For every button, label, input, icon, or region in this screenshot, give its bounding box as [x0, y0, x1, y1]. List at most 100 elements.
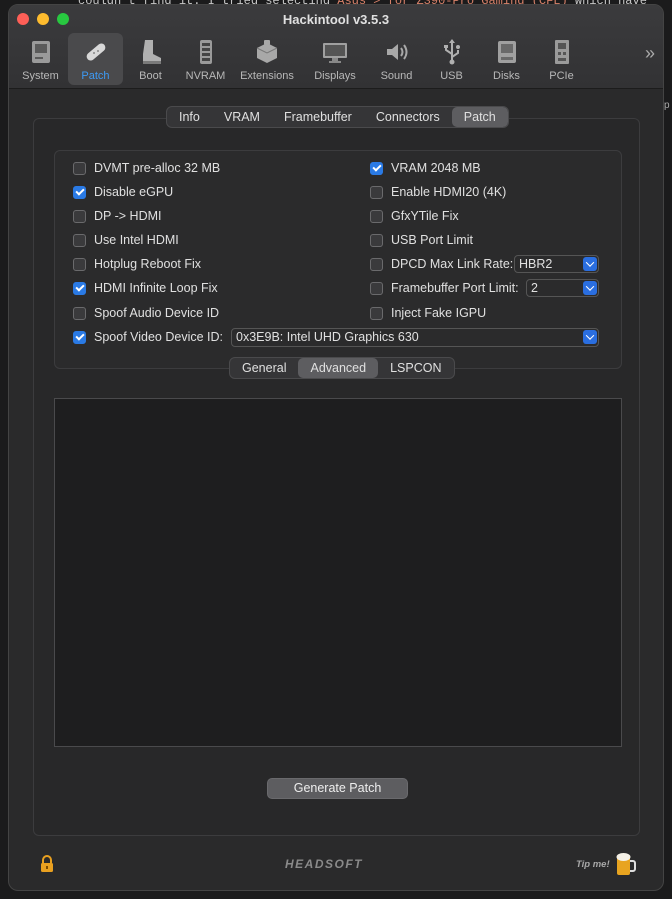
option-label: Spoof Audio Device ID — [94, 306, 220, 320]
generate-patch-button[interactable]: Generate Patch — [267, 778, 408, 799]
checkbox[interactable] — [370, 185, 383, 199]
toolbar-label: System — [22, 70, 59, 82]
patch-tabs: Info VRAM Framebuffer Connectors Patch — [166, 106, 509, 128]
checkbox[interactable] — [370, 257, 383, 271]
select-value: HBR2 — [519, 257, 553, 271]
toolbar-pcie[interactable]: PCIe — [534, 33, 589, 85]
option-usb-port-limit[interactable]: USB Port Limit — [370, 231, 473, 249]
beer-mug-icon[interactable] — [615, 851, 637, 877]
boot-icon — [142, 40, 161, 64]
select-value: 0x3E9B: Intel UHD Graphics 630 — [236, 330, 419, 344]
toolbar-displays[interactable]: Displays — [301, 33, 369, 85]
patch-icon — [86, 43, 105, 61]
checkbox[interactable] — [73, 161, 86, 175]
option-dp-hdmi[interactable]: DP -> HDMI — [73, 207, 162, 225]
option-label: VRAM 2048 MB — [391, 161, 481, 175]
option-label: HDMI Infinite Loop Fix — [94, 281, 218, 295]
toolbar-label: Boot — [139, 70, 162, 82]
option-dvmt-prealloc[interactable]: DVMT pre-alloc 32 MB — [73, 159, 220, 177]
pcie-icon — [554, 40, 569, 64]
chevron-down-icon — [583, 281, 597, 295]
option-label: DPCD Max Link Rate: — [391, 257, 514, 271]
option-vram-2048[interactable]: VRAM 2048 MB — [370, 159, 481, 177]
option-label: USB Port Limit — [391, 233, 473, 247]
select-value: 2 — [531, 281, 538, 295]
toolbar-label: PCIe — [549, 70, 574, 82]
tab-patch[interactable]: Patch — [451, 107, 508, 127]
toolbar-label: Displays — [314, 70, 356, 82]
headsoft-logo: HEADSOFT — [285, 857, 363, 871]
usb-icon — [443, 39, 460, 65]
option-label: GfxYTile Fix — [391, 209, 459, 223]
option-spoof-audio-device-id[interactable]: Spoof Audio Device ID — [73, 304, 219, 322]
option-framebuffer-port-limit[interactable]: Framebuffer Port Limit: — [370, 279, 519, 297]
option-label: Disable eGPU — [94, 185, 174, 199]
system-icon — [31, 41, 50, 63]
nvram-icon — [199, 40, 212, 64]
toolbar-boot[interactable]: Boot — [123, 33, 178, 85]
tip-me-label[interactable]: Tip me! — [576, 859, 610, 870]
option-dpcd-max-link-rate[interactable]: DPCD Max Link Rate: — [370, 255, 513, 273]
option-label: Framebuffer Port Limit: — [391, 281, 519, 295]
option-hdmi-infinite-loop-fix[interactable]: HDMI Infinite Loop Fix — [73, 279, 218, 297]
option-spoof-video-device-id[interactable]: Spoof Video Device ID: — [73, 328, 223, 346]
checkbox[interactable] — [73, 330, 86, 344]
checkbox[interactable] — [370, 281, 383, 295]
tab-vram[interactable]: VRAM — [212, 107, 272, 127]
checkbox[interactable] — [73, 233, 86, 247]
toolbar-sound[interactable]: Sound — [369, 33, 424, 85]
checkbox[interactable] — [370, 306, 383, 320]
option-label: Inject Fake IGPU — [391, 306, 487, 320]
checkbox[interactable] — [73, 257, 86, 271]
option-label: Use Intel HDMI — [94, 233, 179, 247]
chevron-down-icon — [583, 257, 597, 271]
option-label: Spoof Video Device ID: — [94, 330, 224, 344]
tab-connectors[interactable]: Connectors — [364, 107, 452, 127]
toolbar-system[interactable]: System — [13, 33, 68, 85]
toolbar-label: NVRAM — [185, 70, 226, 82]
option-disable-egpu[interactable]: Disable eGPU — [73, 183, 173, 201]
titlebar: Hackintool v3.5.3 System Patch Boot NVRA… — [9, 5, 663, 89]
tab-general[interactable]: General — [230, 358, 298, 378]
lock-icon[interactable] — [39, 855, 55, 873]
checkbox[interactable] — [370, 209, 383, 223]
dpcd-link-rate-select[interactable]: HBR2 — [514, 255, 599, 273]
toolbar-nvram[interactable]: NVRAM — [178, 33, 233, 85]
hackintool-window: Hackintool v3.5.3 System Patch Boot NVRA… — [8, 4, 664, 891]
toolbar-extensions[interactable]: Extensions — [233, 33, 301, 85]
toolbar-label: USB — [440, 70, 463, 82]
sound-icon — [386, 44, 407, 60]
displays-icon — [323, 43, 347, 63]
tab-advanced[interactable]: Advanced — [298, 358, 379, 378]
checkbox[interactable] — [73, 185, 86, 199]
chevron-down-icon — [583, 330, 597, 344]
option-inject-fake-igpu[interactable]: Inject Fake IGPU — [370, 304, 486, 322]
option-use-intel-hdmi[interactable]: Use Intel HDMI — [73, 231, 179, 249]
toolbar-disks[interactable]: Disks — [479, 33, 534, 85]
toolbar-patch[interactable]: Patch — [68, 33, 123, 85]
checkbox[interactable] — [73, 306, 86, 320]
patch-output-textarea[interactable] — [54, 398, 622, 747]
checkbox[interactable] — [73, 209, 86, 223]
tab-info[interactable]: Info — [167, 107, 212, 127]
option-enable-hdmi20[interactable]: Enable HDMI20 (4K) — [370, 183, 506, 201]
checkbox[interactable] — [370, 161, 383, 175]
background-side-text: p — [664, 100, 670, 111]
toolbar-usb[interactable]: USB — [424, 33, 479, 85]
toolbar-overflow-icon[interactable]: » — [645, 43, 655, 64]
toolbar-label: Disks — [493, 70, 520, 82]
option-gfxytile-fix[interactable]: GfxYTile Fix — [370, 207, 459, 225]
disks-icon — [497, 41, 516, 63]
window-title: Hackintool v3.5.3 — [282, 12, 390, 27]
spoof-video-device-select[interactable]: 0x3E9B: Intel UHD Graphics 630 — [231, 328, 599, 347]
toolbar-label: Sound — [380, 70, 413, 82]
checkbox[interactable] — [73, 281, 86, 295]
tab-framebuffer[interactable]: Framebuffer — [272, 107, 364, 127]
extensions-icon — [256, 40, 278, 63]
framebuffer-port-limit-select[interactable]: 2 — [526, 279, 599, 297]
tab-lspcon[interactable]: LSPCON — [378, 358, 453, 378]
checkbox[interactable] — [370, 233, 383, 247]
toolbar-label: Extensions — [240, 70, 294, 82]
option-hotplug-reboot-fix[interactable]: Hotplug Reboot Fix — [73, 255, 201, 273]
option-label: DP -> HDMI — [94, 209, 162, 223]
